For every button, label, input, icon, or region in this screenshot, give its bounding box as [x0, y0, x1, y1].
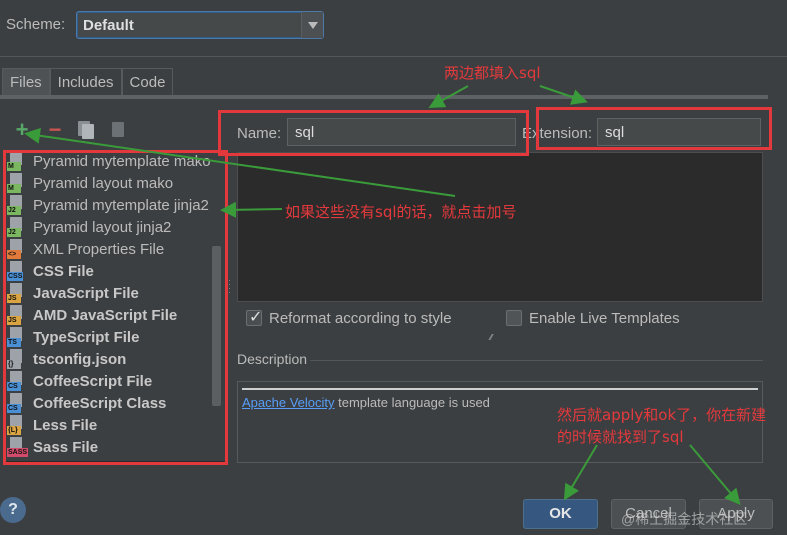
live-templates-label[interactable]: Enable Live Templates	[529, 310, 680, 327]
chevron-down-icon[interactable]	[301, 12, 323, 38]
tab-underline	[0, 95, 768, 99]
check-icon: ✓	[249, 309, 263, 326]
description-text: Apache Velocity template language is use…	[242, 395, 490, 410]
resize-grip[interactable]: ⁄⁄⁄⁄⁄	[490, 333, 493, 342]
add-icon[interactable]: +	[13, 119, 31, 141]
annotation-note-bottom: 然后就apply和ok了，你在新建 的时候就找到了sql	[557, 404, 766, 448]
tab-bar: Files Includes Code	[2, 68, 174, 96]
live-templates-checkbox[interactable]	[506, 310, 522, 326]
annotation-note-top: 两边都填入sql	[444, 64, 541, 82]
copy-icon[interactable]	[78, 121, 96, 139]
divider	[310, 360, 763, 361]
annotation-note-bottom-line2: 的时候就找到了sql	[557, 428, 684, 446]
description-label: Description	[237, 351, 308, 367]
annotation-note-bottom-line1: 然后就apply和ok了，你在新建	[557, 406, 767, 424]
tab-includes[interactable]: Includes	[49, 68, 122, 96]
annotation-note-middle: 如果这些没有sql的话，就点击加号	[285, 203, 517, 221]
reformat-label[interactable]: Reformat according to style	[269, 310, 452, 327]
reset-icon[interactable]	[110, 121, 128, 139]
remove-icon[interactable]: −	[46, 119, 64, 141]
reformat-checkbox[interactable]: ✓	[246, 309, 263, 326]
tab-code[interactable]: Code	[121, 68, 174, 96]
tab-files[interactable]: Files	[2, 68, 50, 96]
help-button[interactable]: ?	[0, 497, 26, 523]
annotation-box-list	[3, 150, 228, 465]
description-body: template language is used	[334, 395, 490, 410]
velocity-link[interactable]: Apache Velocity	[242, 395, 335, 410]
description-rule	[242, 388, 758, 390]
template-editor[interactable]	[237, 152, 763, 302]
divider	[0, 56, 787, 57]
scheme-value: Default	[83, 17, 134, 34]
scheme-label: Scheme:	[6, 16, 66, 33]
annotation-box-extension	[536, 107, 772, 150]
annotation-box-name	[218, 110, 529, 156]
ok-button[interactable]: OK	[523, 499, 598, 529]
splitter-handle[interactable]: · · · ·	[228, 276, 232, 298]
scheme-select[interactable]: Default	[76, 11, 324, 39]
watermark: @稀土掘金技术社区	[621, 511, 748, 527]
